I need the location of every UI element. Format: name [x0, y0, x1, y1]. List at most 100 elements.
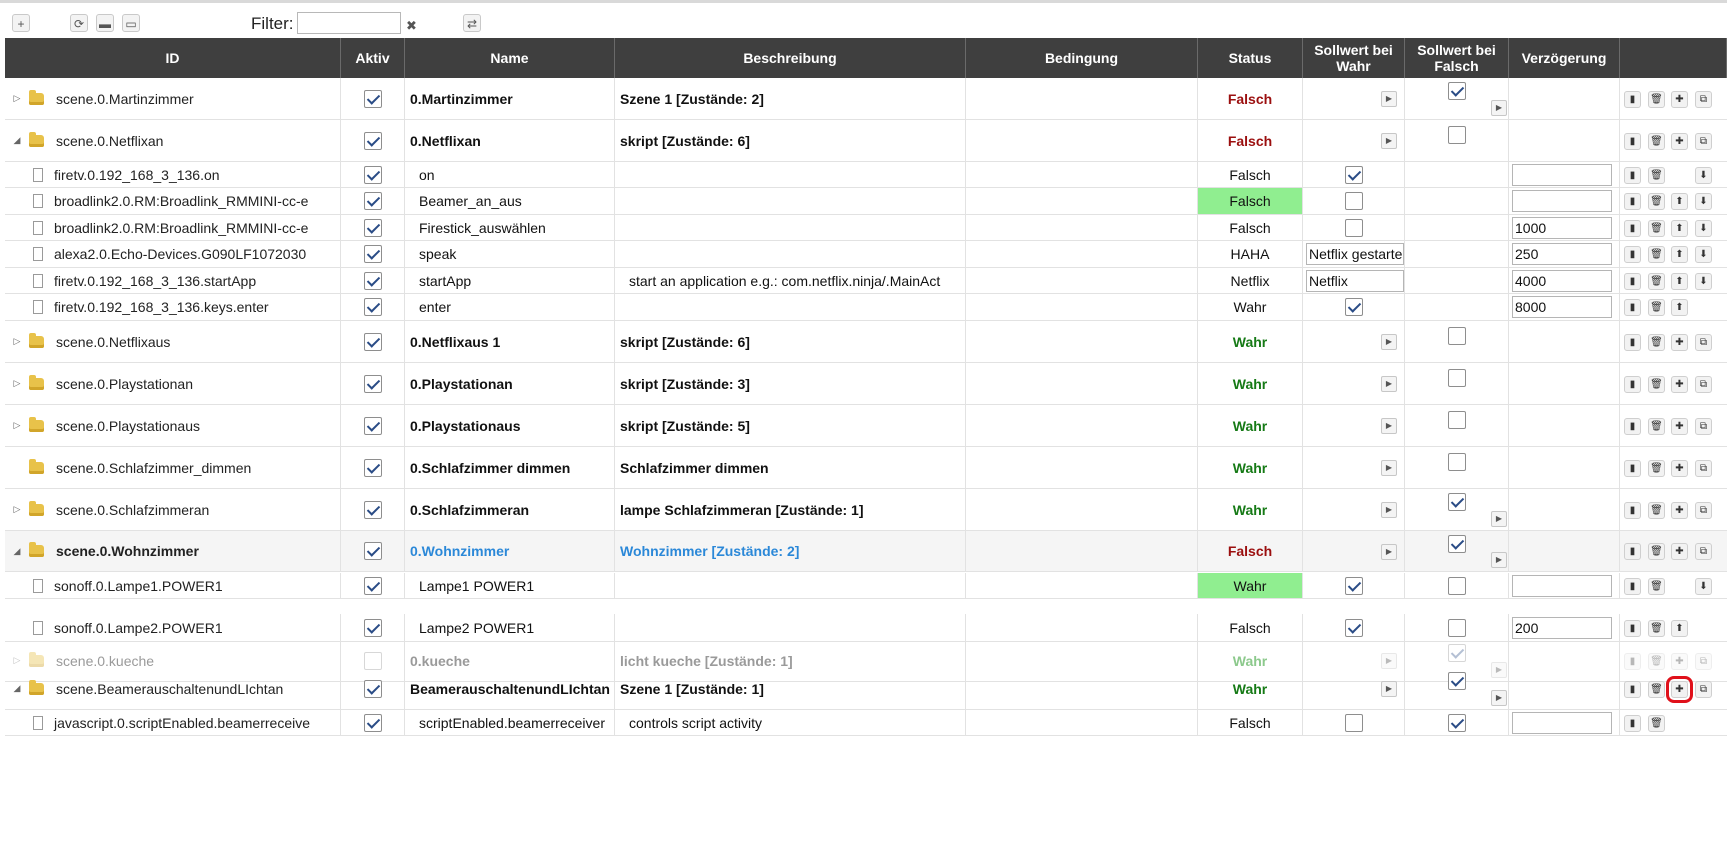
swap-icon[interactable]: ⇄ — [463, 14, 481, 32]
trash-icon[interactable]: 🗑 — [1648, 577, 1665, 595]
condition-cell[interactable] — [966, 188, 1198, 214]
row-name[interactable]: 0.kueche — [410, 653, 470, 669]
sollwert-falsch-checkbox[interactable] — [1448, 672, 1466, 690]
row-name[interactable]: 0.Netflixan — [410, 133, 481, 149]
aktiv-checkbox[interactable] — [363, 618, 382, 637]
condition-cell[interactable] — [966, 78, 1198, 119]
sollwert-falsch-checkbox[interactable] — [1447, 126, 1466, 144]
trash-icon[interactable]: 🗑 — [1648, 459, 1665, 477]
move-down-icon[interactable]: ⬇ — [1695, 246, 1712, 263]
plus-icon[interactable]: ✚ — [1671, 132, 1688, 150]
clone-icon[interactable]: ⧉ — [1695, 417, 1712, 435]
row-name[interactable]: scriptEnabled.beamerreceiver — [419, 715, 605, 731]
copy-icon[interactable]: ▮ — [1624, 714, 1641, 732]
move-down-icon[interactable]: ⬇ — [1695, 272, 1712, 290]
col-beschreibung[interactable]: Beschreibung — [615, 38, 966, 78]
refresh-icon[interactable]: ⟳ — [70, 14, 88, 32]
folder-open-icon[interactable]: ▭ — [122, 14, 140, 32]
play-icon[interactable]: ▶ — [1381, 91, 1397, 107]
move-up-icon[interactable]: ⬆ — [1671, 246, 1688, 263]
plus-icon[interactable]: ✚ — [1671, 333, 1688, 351]
aktiv-checkbox[interactable] — [363, 500, 382, 519]
condition-cell[interactable] — [966, 363, 1198, 404]
aktiv-checkbox[interactable] — [363, 542, 382, 560]
expand-icon[interactable]: ▷ — [11, 93, 23, 104]
trash-icon[interactable]: 🗑 — [1648, 543, 1665, 560]
copy-icon[interactable]: ▮ — [1624, 166, 1641, 184]
copy-icon[interactable]: ▮ — [1624, 652, 1641, 670]
condition-cell[interactable] — [966, 573, 1198, 598]
sollwert-wahr-input[interactable]: Netflix — [1306, 269, 1404, 292]
clone-icon[interactable]: ⧉ — [1695, 90, 1712, 108]
condition-cell[interactable] — [966, 215, 1198, 240]
sollwert-wahr-checkbox[interactable] — [1344, 576, 1363, 595]
row-name[interactable]: BeamerauschaltenundLIchtan — [410, 681, 610, 697]
row-name[interactable]: Firestick_auswählen — [419, 220, 546, 236]
move-down-icon[interactable]: ⬇ — [1695, 577, 1712, 595]
row-name[interactable]: startApp — [419, 273, 471, 289]
sollwert-falsch-checkbox[interactable] — [1448, 644, 1466, 662]
copy-icon[interactable]: ▮ — [1624, 619, 1641, 637]
aktiv-checkbox[interactable] — [363, 245, 382, 263]
collapse-icon[interactable]: ◢ — [11, 135, 23, 146]
row-description[interactable]: Wohnzimmer [Zustände: 2] — [620, 543, 799, 559]
copy-icon[interactable]: ▮ — [1624, 417, 1641, 435]
condition-cell[interactable] — [966, 710, 1198, 735]
play-icon[interactable]: ▶ — [1381, 681, 1397, 697]
sollwert-falsch-checkbox[interactable] — [1447, 453, 1466, 471]
clone-icon[interactable]: ⧉ — [1695, 680, 1712, 698]
folder-icon[interactable]: ▬ — [96, 14, 114, 32]
row-name[interactable]: Lampe2 POWER1 — [419, 620, 534, 636]
play-icon[interactable]: ▶ — [1381, 460, 1397, 476]
trash-icon[interactable]: 🗑 — [1648, 90, 1665, 108]
delay-input[interactable]: 8000 — [1512, 296, 1612, 318]
condition-cell[interactable] — [966, 268, 1198, 293]
sollwert-falsch-checkbox[interactable] — [1448, 493, 1466, 511]
play-icon[interactable]: ▶ — [1381, 133, 1397, 149]
row-description[interactable]: Schlafzimmer dimmen — [620, 460, 769, 476]
plus-icon[interactable]: ✚ — [1671, 543, 1688, 560]
aktiv-checkbox[interactable] — [363, 298, 382, 316]
aktiv-checkbox[interactable] — [363, 165, 382, 184]
condition-cell[interactable] — [966, 294, 1198, 320]
clone-icon[interactable]: ⧉ — [1695, 132, 1712, 150]
plus-icon[interactable]: ✚ — [1671, 652, 1688, 670]
sollwert-falsch-checkbox[interactable] — [1447, 411, 1466, 429]
col-verzoegerung[interactable]: Verzögerung — [1509, 38, 1620, 78]
sollwert-wahr-input[interactable]: Netflix gestarte — [1306, 243, 1404, 265]
row-description[interactable]: skript [Zustände: 3] — [620, 376, 750, 392]
condition-cell[interactable] — [966, 241, 1198, 267]
trash-icon[interactable]: 🗑 — [1648, 333, 1665, 351]
col-bedingung[interactable]: Bedingung — [966, 38, 1198, 78]
row-name[interactable]: 0.Schlafzimmeran — [410, 502, 529, 518]
condition-cell[interactable] — [966, 321, 1198, 362]
condition-cell[interactable] — [966, 531, 1198, 571]
trash-icon[interactable]: 🗑 — [1648, 501, 1665, 519]
trash-icon[interactable]: 🗑 — [1648, 375, 1665, 393]
expand-icon[interactable]: ▷ — [11, 336, 23, 347]
aktiv-checkbox[interactable] — [363, 192, 382, 210]
delay-input[interactable]: 250 — [1512, 243, 1612, 265]
copy-icon[interactable]: ▮ — [1624, 246, 1641, 263]
sollwert-wahr-checkbox[interactable] — [1344, 298, 1363, 316]
plus-icon[interactable]: ✚ — [1671, 501, 1688, 519]
expand-icon[interactable]: ▷ — [11, 504, 23, 515]
aktiv-checkbox[interactable] — [363, 131, 382, 150]
sollwert-wahr-checkbox[interactable] — [1344, 165, 1363, 184]
aktiv-checkbox[interactable] — [363, 332, 382, 351]
trash-icon[interactable]: 🗑 — [1648, 652, 1665, 670]
copy-icon[interactable]: ▮ — [1624, 193, 1641, 210]
condition-cell[interactable] — [966, 447, 1198, 488]
col-id[interactable]: ID — [5, 38, 341, 78]
row-description[interactable]: skript [Zustände: 5] — [620, 418, 750, 434]
trash-icon[interactable]: 🗑 — [1648, 246, 1665, 263]
plus-icon[interactable]: ✚ — [1671, 90, 1688, 108]
trash-icon[interactable]: 🗑 — [1648, 272, 1665, 290]
trash-icon[interactable]: 🗑 — [1648, 680, 1665, 698]
clone-icon[interactable]: ⧉ — [1695, 459, 1712, 477]
copy-icon[interactable]: ▮ — [1624, 132, 1641, 150]
collapse-icon[interactable]: ◢ — [11, 546, 23, 557]
play-icon[interactable]: ▶ — [1381, 543, 1397, 560]
sollwert-wahr-checkbox[interactable] — [1344, 713, 1363, 732]
aktiv-checkbox[interactable] — [363, 576, 382, 595]
